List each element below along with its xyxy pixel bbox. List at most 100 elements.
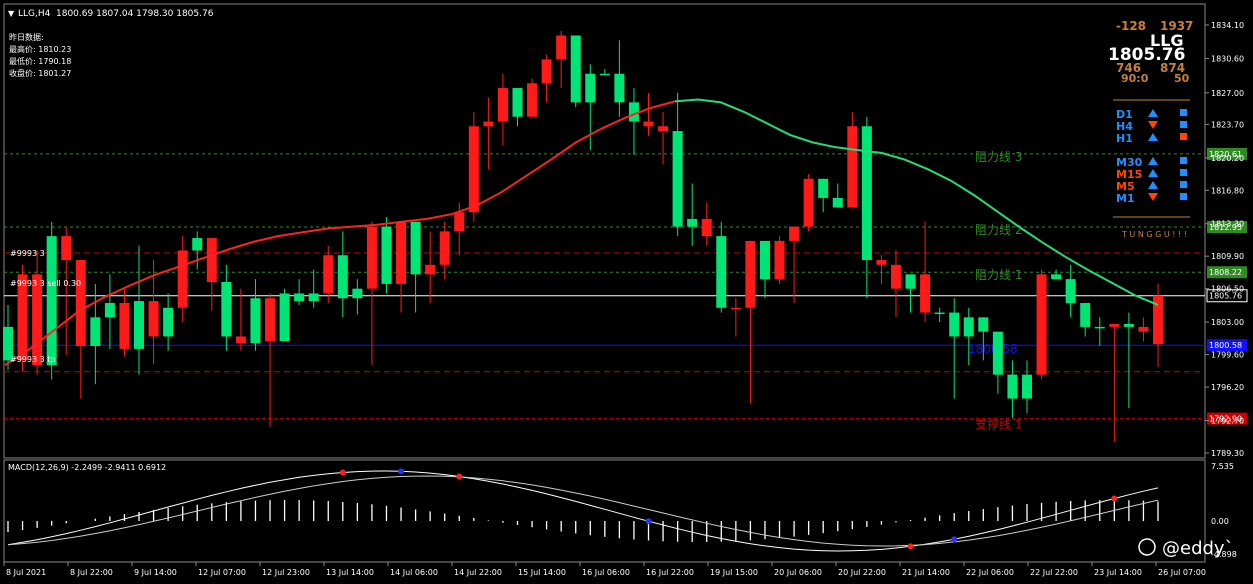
candle-body[interactable]	[337, 255, 348, 299]
info-close: 收盘价: 1801.27	[9, 68, 71, 78]
candle-body[interactable]	[221, 281, 232, 337]
price-tick-label: 1809.90	[1211, 252, 1244, 261]
candle-body[interactable]	[1021, 374, 1032, 399]
candle-body[interactable]	[585, 73, 596, 103]
candle-body[interactable]	[789, 226, 800, 241]
candle-body[interactable]	[90, 317, 101, 346]
candle-body[interactable]	[818, 178, 829, 198]
candle-body[interactable]	[570, 35, 581, 103]
macd-chart-area[interactable]	[3, 459, 1206, 563]
price-tick-label: 1799.60	[1211, 351, 1244, 360]
candle-body[interactable]	[1007, 374, 1018, 399]
candle-body[interactable]	[1094, 326, 1105, 329]
candle-body[interactable]	[410, 221, 421, 275]
order-label-3: #9993 3 tp	[10, 355, 55, 364]
candle-body[interactable]	[104, 303, 115, 318]
candle-body[interactable]	[541, 59, 552, 84]
candle-body[interactable]	[352, 288, 363, 299]
candle-body[interactable]	[1138, 326, 1149, 332]
candle-body[interactable]	[803, 178, 814, 227]
candle-body[interactable]	[75, 260, 86, 346]
chart-menu-triangle-icon[interactable]: ▼	[8, 9, 15, 18]
candle-body[interactable]	[1080, 303, 1091, 327]
tf-label[interactable]: H1	[1116, 132, 1133, 145]
candle-body[interactable]	[425, 264, 436, 275]
candle-body[interactable]	[687, 218, 698, 227]
info-title: 昨日数据:	[9, 32, 44, 42]
candle-body[interactable]	[497, 88, 508, 122]
symbol-timeframe: LLG,H4	[18, 9, 51, 19]
status-square-icon	[1180, 169, 1187, 176]
time-tick-label: 20 Jul 22:00	[838, 568, 886, 577]
candle-body[interactable]	[148, 301, 159, 337]
candle-body[interactable]	[949, 312, 960, 337]
candle-body[interactable]	[468, 126, 479, 213]
candle-body[interactable]	[439, 231, 450, 265]
tunggu-text: T U N G G U ! ! !	[1121, 230, 1187, 239]
candle-body[interactable]	[745, 240, 756, 308]
candle-body[interactable]	[177, 250, 188, 308]
candle-body[interactable]	[308, 293, 319, 302]
price-chart[interactable]: 1820.61阻力线 31812.95阻力线 21808.22阻力线 11805…	[0, 0, 1253, 584]
candle-body[interactable]	[206, 238, 217, 282]
candle-body[interactable]	[366, 226, 377, 289]
candle-body[interactable]	[527, 83, 538, 117]
candle-body[interactable]	[279, 293, 290, 342]
candle-body[interactable]	[119, 303, 130, 349]
candle-body[interactable]	[294, 293, 305, 302]
candle-body[interactable]	[890, 264, 901, 289]
candle-body[interactable]	[672, 131, 683, 227]
candle-body[interactable]	[192, 238, 203, 251]
candle-body[interactable]	[512, 88, 523, 117]
candle-body[interactable]	[920, 274, 931, 313]
candle-body[interactable]	[861, 126, 872, 261]
tr-v3: 90:0	[1121, 72, 1149, 85]
candle-body[interactable]	[716, 236, 727, 308]
price-tick-label: 1813.30	[1211, 220, 1244, 229]
candle-body[interactable]	[614, 73, 625, 103]
candle-body[interactable]	[658, 126, 669, 132]
candle-body[interactable]	[1036, 274, 1047, 375]
candle-body[interactable]	[730, 307, 741, 310]
candle-body[interactable]	[628, 102, 639, 122]
time-tick-label: 21 Jul 14:00	[902, 568, 950, 577]
info-high: 最高价: 1810.23	[9, 44, 71, 54]
candle-body[interactable]	[978, 317, 989, 332]
candle-body[interactable]	[832, 197, 843, 208]
candle-body[interactable]	[265, 298, 276, 342]
candle-body[interactable]	[963, 317, 974, 337]
candle-body[interactable]	[847, 126, 858, 208]
candle-body[interactable]	[701, 218, 712, 237]
candle-body[interactable]	[643, 121, 654, 127]
candle-body[interactable]	[163, 307, 174, 337]
time-tick-label: 20 Jul 06:00	[774, 568, 822, 577]
candle-body[interactable]	[323, 255, 334, 294]
candle-body[interactable]	[934, 312, 945, 315]
candle-body[interactable]	[483, 121, 494, 127]
candle-body[interactable]	[1123, 324, 1134, 327]
candle-body[interactable]	[876, 260, 887, 265]
time-tick-label: 16 Jul 22:00	[646, 568, 694, 577]
candle-body[interactable]	[454, 212, 465, 232]
macd-tick-label: 7.535	[1211, 462, 1234, 471]
candle-body[interactable]	[992, 331, 1003, 375]
candle-body[interactable]	[774, 240, 785, 280]
candle-body[interactable]	[759, 240, 770, 280]
candle-body[interactable]	[396, 221, 407, 284]
candle-body[interactable]	[46, 236, 57, 366]
candle-body[interactable]	[134, 301, 145, 349]
candle-body[interactable]	[1065, 279, 1076, 304]
candle-body[interactable]	[556, 35, 567, 60]
candle-body[interactable]	[250, 298, 261, 344]
watermark-text: @eddy`	[1162, 538, 1234, 559]
candle-body[interactable]	[599, 73, 610, 76]
candle-body[interactable]	[1051, 274, 1062, 280]
candle-body[interactable]	[61, 236, 72, 261]
time-tick-label: 12 Jul 07:00	[198, 568, 246, 577]
tf-label[interactable]: M1	[1116, 192, 1135, 205]
level-price-tag-label: 1808.22	[1209, 268, 1242, 277]
candle-body[interactable]	[1109, 324, 1120, 327]
candle-body[interactable]	[381, 226, 392, 284]
candle-body[interactable]	[905, 274, 916, 289]
candle-body[interactable]	[235, 336, 246, 344]
